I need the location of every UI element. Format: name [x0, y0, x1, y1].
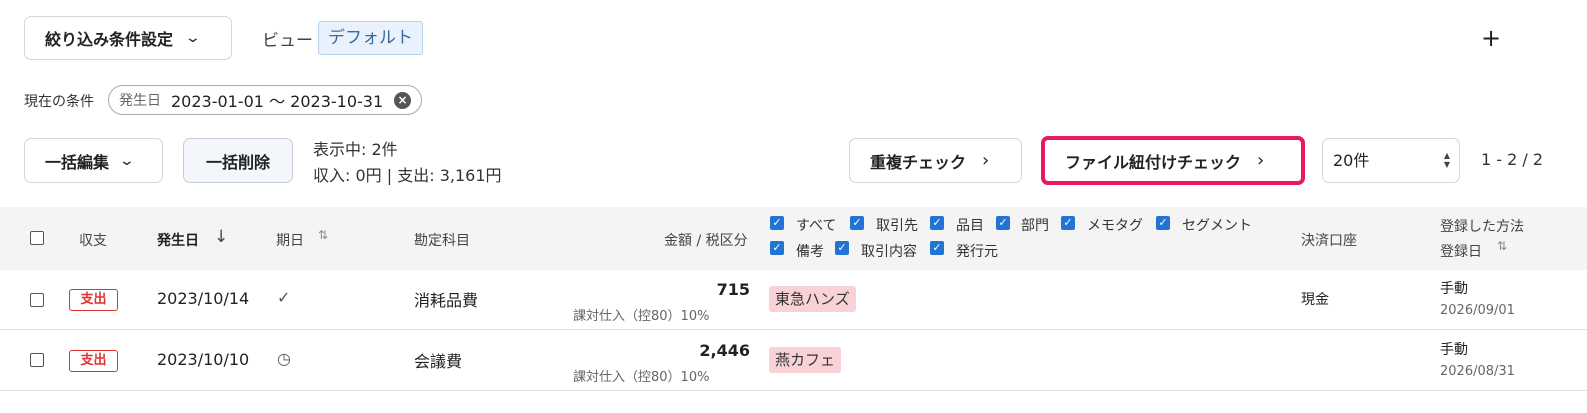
toggle-partner-label: 取引先 [876, 218, 918, 234]
current-condition-label: 現在の条件 [24, 94, 94, 110]
per-page-select[interactable]: 20件 ▲ ▼ [1322, 138, 1460, 183]
toggle-segment-label: セグメント [1182, 218, 1252, 234]
bulk-delete-label: 一括削除 [205, 152, 270, 172]
header-account[interactable]: 勘定科目 [414, 230, 470, 250]
row-reg-method: 手動 [1440, 281, 1468, 297]
sort-desc-icon[interactable]: ↓ [214, 227, 228, 247]
row-checkbox[interactable] [30, 353, 44, 367]
select-arrows-icon: ▲ ▼ [1443, 151, 1450, 169]
clock-icon: ◷ [277, 349, 291, 368]
check-icon: ✓ [277, 288, 291, 307]
table-header: 収支 発生日 ↓ 期日 ⇅ 勘定科目 金額 / 税区分 ✓ すべて ✓ 取引先 … [0, 207, 1587, 270]
header-amount[interactable]: 金額 / 税区分 [664, 230, 748, 250]
toggle-segment-checkbox[interactable]: ✓ [1156, 216, 1170, 230]
chevron-down-icon: ⌄ [184, 30, 202, 46]
row-reg-date: 2026/09/01 [1440, 303, 1515, 318]
row-tax: 課対仕入（控80）10% [573, 370, 710, 385]
per-page-value: 20件 [1333, 151, 1370, 170]
toggle-note-checkbox[interactable]: ✓ [770, 241, 784, 255]
row-date: 2023/10/14 [157, 289, 250, 308]
row-amount: 715 [716, 280, 750, 299]
table-row[interactable]: 支出 2023/10/14 ✓ 消耗品費 715 課対仕入（控80）10% 東急… [0, 270, 1587, 330]
view-selector[interactable]: デフォルト [318, 21, 423, 55]
row-checkbox[interactable] [30, 293, 44, 307]
pagination-range: 1 - 2 / 2 [1481, 150, 1544, 169]
condition-chip[interactable]: 発生日 2023-01-01 〜 2023-10-31 × [108, 85, 422, 115]
filter-settings-label: 絞り込み条件設定 [45, 30, 174, 49]
toggle-all-checkbox[interactable]: ✓ [770, 216, 784, 230]
add-icon[interactable]: + [1481, 24, 1501, 52]
clear-condition-icon[interactable]: × [394, 92, 411, 109]
row-date: 2023/10/10 [157, 350, 250, 369]
toggle-all-label: すべて [796, 218, 837, 234]
row-reg-method: 手動 [1440, 342, 1468, 358]
toggle-department-label: 部門 [1021, 218, 1049, 234]
bulk-edit-button[interactable]: 一括編集 ⌄ [24, 138, 163, 183]
expense-badge: 支出 [69, 350, 118, 372]
select-all-checkbox[interactable] [30, 231, 44, 245]
sort-icon[interactable]: ⇅ [318, 228, 328, 242]
partner-tag[interactable]: 東急ハンズ [769, 286, 856, 312]
toggle-issuer-checkbox[interactable]: ✓ [930, 241, 944, 255]
header-reg-date[interactable]: 登録日 [1440, 241, 1482, 261]
filter-settings-button[interactable]: 絞り込み条件設定 ⌄ [24, 16, 232, 60]
toggle-partner-checkbox[interactable]: ✓ [850, 216, 864, 230]
toggle-note-label: 備考 [796, 244, 824, 260]
chevron-down-icon: ⌄ [118, 152, 136, 169]
header-date[interactable]: 発生日 [157, 230, 199, 250]
table-row[interactable]: 支出 2023/10/10 ◷ 会議費 2,446 課対仕入（控80）10% 燕… [0, 331, 1587, 391]
condition-key: 発生日 [119, 93, 161, 109]
partner-tag[interactable]: 燕カフェ [769, 347, 842, 373]
condition-value: 2023-01-01 〜 2023-10-31 [171, 92, 384, 111]
row-account: 消耗品費 [414, 291, 479, 310]
header-type[interactable]: 収支 [79, 230, 107, 250]
duplicate-check-label: 重複チェック [870, 152, 967, 172]
file-link-check-button[interactable]: ファイル紐付けチェック › [1045, 140, 1301, 181]
row-account: 会議費 [414, 352, 463, 371]
file-link-check-label: ファイル紐付けチェック [1065, 152, 1242, 172]
toggle-issuer-label: 発行元 [956, 244, 998, 260]
view-label: ビュー [262, 31, 313, 51]
bulk-edit-label: 一括編集 [45, 152, 110, 172]
header-due[interactable]: 期日 [276, 230, 304, 250]
header-reg-method[interactable]: 登録した方法 [1440, 216, 1524, 236]
toggle-memo-tag-label: メモタグ [1087, 218, 1143, 234]
header-payment-account[interactable]: 決済口座 [1301, 230, 1357, 250]
toggle-description-checkbox[interactable]: ✓ [835, 241, 849, 255]
chevron-right-icon: › [982, 150, 990, 171]
toggle-description-label: 取引内容 [861, 244, 917, 260]
display-count: 表示中: 2件 [313, 140, 398, 159]
chevron-right-icon: › [1257, 150, 1265, 171]
row-reg-date: 2026/08/31 [1440, 364, 1515, 379]
toggle-department-checkbox[interactable]: ✓ [996, 216, 1010, 230]
duplicate-check-button[interactable]: 重複チェック › [849, 138, 1022, 183]
file-link-check-highlight: ファイル紐付けチェック › [1041, 136, 1305, 185]
toggle-memo-tag-checkbox[interactable]: ✓ [1061, 216, 1075, 230]
bulk-delete-button[interactable]: 一括削除 [183, 138, 293, 183]
toggle-item-label: 品目 [956, 218, 984, 234]
expense-badge: 支出 [69, 289, 118, 311]
row-amount: 2,446 [699, 341, 750, 360]
row-tax: 課対仕入（控80）10% [573, 309, 710, 324]
row-payment-account: 現金 [1301, 292, 1329, 308]
sort-icon[interactable]: ⇅ [1497, 239, 1507, 253]
toggle-item-checkbox[interactable]: ✓ [930, 216, 944, 230]
amount-summary: 収入: 0円 | 支出: 3,161円 [313, 166, 502, 185]
